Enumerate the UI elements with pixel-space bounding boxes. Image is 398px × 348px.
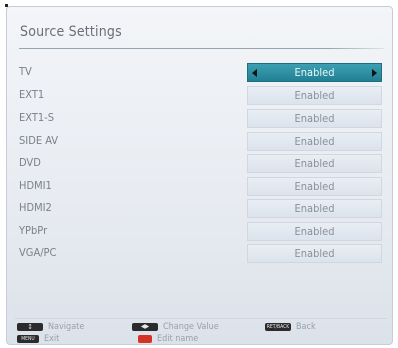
menu-key-icon: MENU xyxy=(17,335,39,343)
hint-change-value: ◀▶ Change Value xyxy=(132,322,219,332)
hint-edit-name: Edit name xyxy=(138,334,198,344)
navigate-key-icon: ↕ xyxy=(17,323,43,331)
source-label: YPbPr xyxy=(19,224,48,237)
source-value[interactable]: Enabled xyxy=(247,109,382,128)
hint-change-value-label: Change Value xyxy=(163,322,219,332)
title-divider xyxy=(19,48,384,49)
source-value[interactable]: Enabled xyxy=(247,132,382,151)
hint-edit-name-label: Edit name xyxy=(157,334,199,344)
left-right-key-icon: ◀▶ xyxy=(132,323,158,331)
source-value[interactable]: Enabled xyxy=(247,154,382,173)
hint-back: RET/BACK Back xyxy=(265,322,316,332)
source-value[interactable]: Enabled xyxy=(247,199,382,218)
source-row-ypbpr[interactable]: YPbPr Enabled xyxy=(19,222,383,242)
source-value-selector[interactable]: Enabled xyxy=(247,63,382,82)
source-label: VGA/PC xyxy=(19,246,57,259)
hint-exit-label: Exit xyxy=(44,334,60,344)
source-label: HDMI2 xyxy=(19,201,52,214)
source-label: EXT1 xyxy=(19,88,45,101)
source-row-dvd[interactable]: DVD Enabled xyxy=(19,154,383,174)
source-label: TV xyxy=(19,65,32,78)
source-label: EXT1-S xyxy=(19,111,55,124)
source-row-tv[interactable]: TV Enabled xyxy=(19,63,383,83)
red-key-icon xyxy=(138,335,152,343)
arrow-right-icon[interactable] xyxy=(372,69,377,77)
source-row-side-av[interactable]: SIDE AV Enabled xyxy=(19,132,383,152)
source-value[interactable]: Enabled xyxy=(247,222,382,241)
source-value[interactable]: Enabled xyxy=(247,177,382,196)
arrow-left-icon[interactable] xyxy=(252,69,257,77)
source-row-hdmi2[interactable]: HDMI2 Enabled xyxy=(19,199,383,219)
source-row-hdmi1[interactable]: HDMI1 Enabled xyxy=(19,177,383,197)
back-key-icon: RET/BACK xyxy=(265,323,291,331)
hint-back-label: Back xyxy=(296,322,316,332)
source-label: HDMI1 xyxy=(19,179,52,192)
source-label: SIDE AV xyxy=(19,134,59,147)
hint-exit: MENU Exit xyxy=(17,334,59,344)
hint-navigate: ↕ Navigate xyxy=(17,322,84,332)
source-settings-panel: Source Settings TV Enabled EXT1 Enabled … xyxy=(6,6,393,345)
source-row-ext1-s[interactable]: EXT1-S Enabled xyxy=(19,109,383,129)
source-value[interactable]: Enabled xyxy=(247,86,382,105)
hint-navigate-label: Navigate xyxy=(48,322,85,332)
source-label: DVD xyxy=(19,156,41,169)
page-title: Source Settings xyxy=(20,24,122,40)
source-value: Enabled xyxy=(294,66,335,79)
source-value[interactable]: Enabled xyxy=(247,244,382,263)
footer-divider xyxy=(15,318,387,319)
source-row-vga-pc[interactable]: VGA/PC Enabled xyxy=(19,244,383,264)
source-row-ext1[interactable]: EXT1 Enabled xyxy=(19,86,383,106)
